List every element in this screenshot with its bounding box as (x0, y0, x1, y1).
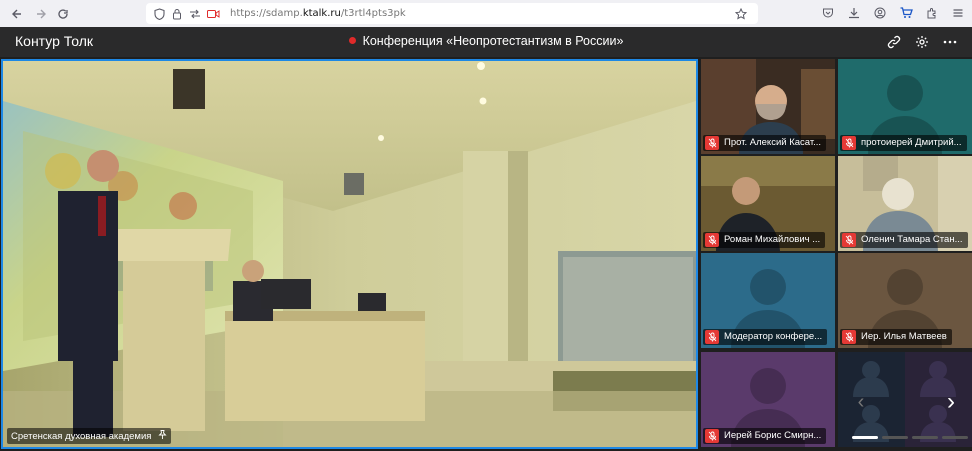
main-video-label: Сретенская духовная академия (7, 428, 172, 444)
mic-muted-icon (705, 429, 719, 443)
page-dot[interactable] (852, 436, 878, 439)
participant-name-label: протоиерей Дмитрий... (840, 135, 967, 151)
browser-toolbar: https://sdamp.ktalk.ru/t3rtl4pts3pk (0, 0, 972, 27)
participant-name-label: Иерей Борис Смирн... (703, 428, 827, 444)
participant-tile[interactable]: Роман Михайлович ... (701, 156, 835, 251)
participant-name-label: Прот. Алексий Касат... (703, 135, 827, 151)
forward-arrow-icon[interactable] (30, 3, 52, 25)
menu-icon[interactable] (948, 3, 968, 23)
mic-muted-icon (705, 330, 719, 344)
participant-name-label: Оленич Тамара Стан... (840, 232, 968, 248)
app-header: Контур Толк Конференция «Неопротестантиз… (0, 27, 972, 57)
cart-icon[interactable] (896, 3, 916, 23)
shield-icon[interactable] (152, 7, 166, 21)
pin-icon[interactable] (158, 430, 167, 442)
lock-icon[interactable] (170, 7, 184, 21)
mic-muted-icon (705, 136, 719, 150)
account-icon[interactable] (870, 3, 890, 23)
participant-tile[interactable]: Модератор конфере... (701, 253, 835, 348)
mic-muted-icon (842, 233, 856, 247)
mic-muted-icon (705, 233, 719, 247)
back-arrow-icon[interactable] (6, 3, 28, 25)
settings-gear-icon[interactable] (912, 32, 932, 52)
participant-tile[interactable]: Прот. Алексий Касат... (701, 59, 835, 154)
previous-page-arrow-icon[interactable]: ‹ (852, 389, 870, 415)
mic-muted-icon (842, 136, 856, 150)
participant-tile[interactable]: протоиерей Дмитрий... (838, 59, 972, 154)
address-bar[interactable]: https://sdamp.ktalk.ru/t3rtl4pts3pk (146, 3, 758, 24)
page-dot[interactable] (912, 436, 938, 439)
url-text[interactable]: https://sdamp.ktalk.ru/t3rtl4pts3pk (230, 8, 406, 19)
page-dot[interactable] (942, 436, 968, 439)
more-options-icon[interactable] (940, 32, 960, 52)
permissions-icon[interactable] (188, 7, 202, 21)
participant-name-label: Иер. Илья Матвеев (840, 329, 952, 345)
mic-muted-icon (842, 330, 856, 344)
downloads-icon[interactable] (844, 3, 864, 23)
pagination-indicator (852, 436, 968, 439)
conference-title: Конференция «Неопротестантизм в России» (0, 34, 972, 48)
next-page-arrow-icon[interactable]: › (940, 388, 962, 415)
extensions-icon[interactable] (922, 3, 942, 23)
pocket-icon[interactable] (818, 3, 838, 23)
main-speaker-video[interactable]: Сретенская духовная академия (1, 59, 698, 449)
camera-in-use-icon[interactable] (206, 7, 220, 21)
participant-name-label: Модератор конфере... (703, 329, 828, 345)
reload-icon[interactable] (52, 3, 74, 25)
recording-dot-icon (348, 37, 356, 44)
participant-tile[interactable]: Оленич Тамара Стан... (838, 156, 972, 251)
bookmark-star-icon[interactable] (734, 7, 748, 21)
participant-tile[interactable]: Иер. Илья Матвеев (838, 253, 972, 348)
link-icon[interactable] (884, 32, 904, 52)
participant-tile[interactable]: Иерей Борис Смирн... (701, 352, 835, 447)
participant-name-label: Роман Михайлович ... (703, 232, 826, 248)
page-dot[interactable] (882, 436, 908, 439)
lecture-hall-video-frame (3, 61, 696, 447)
